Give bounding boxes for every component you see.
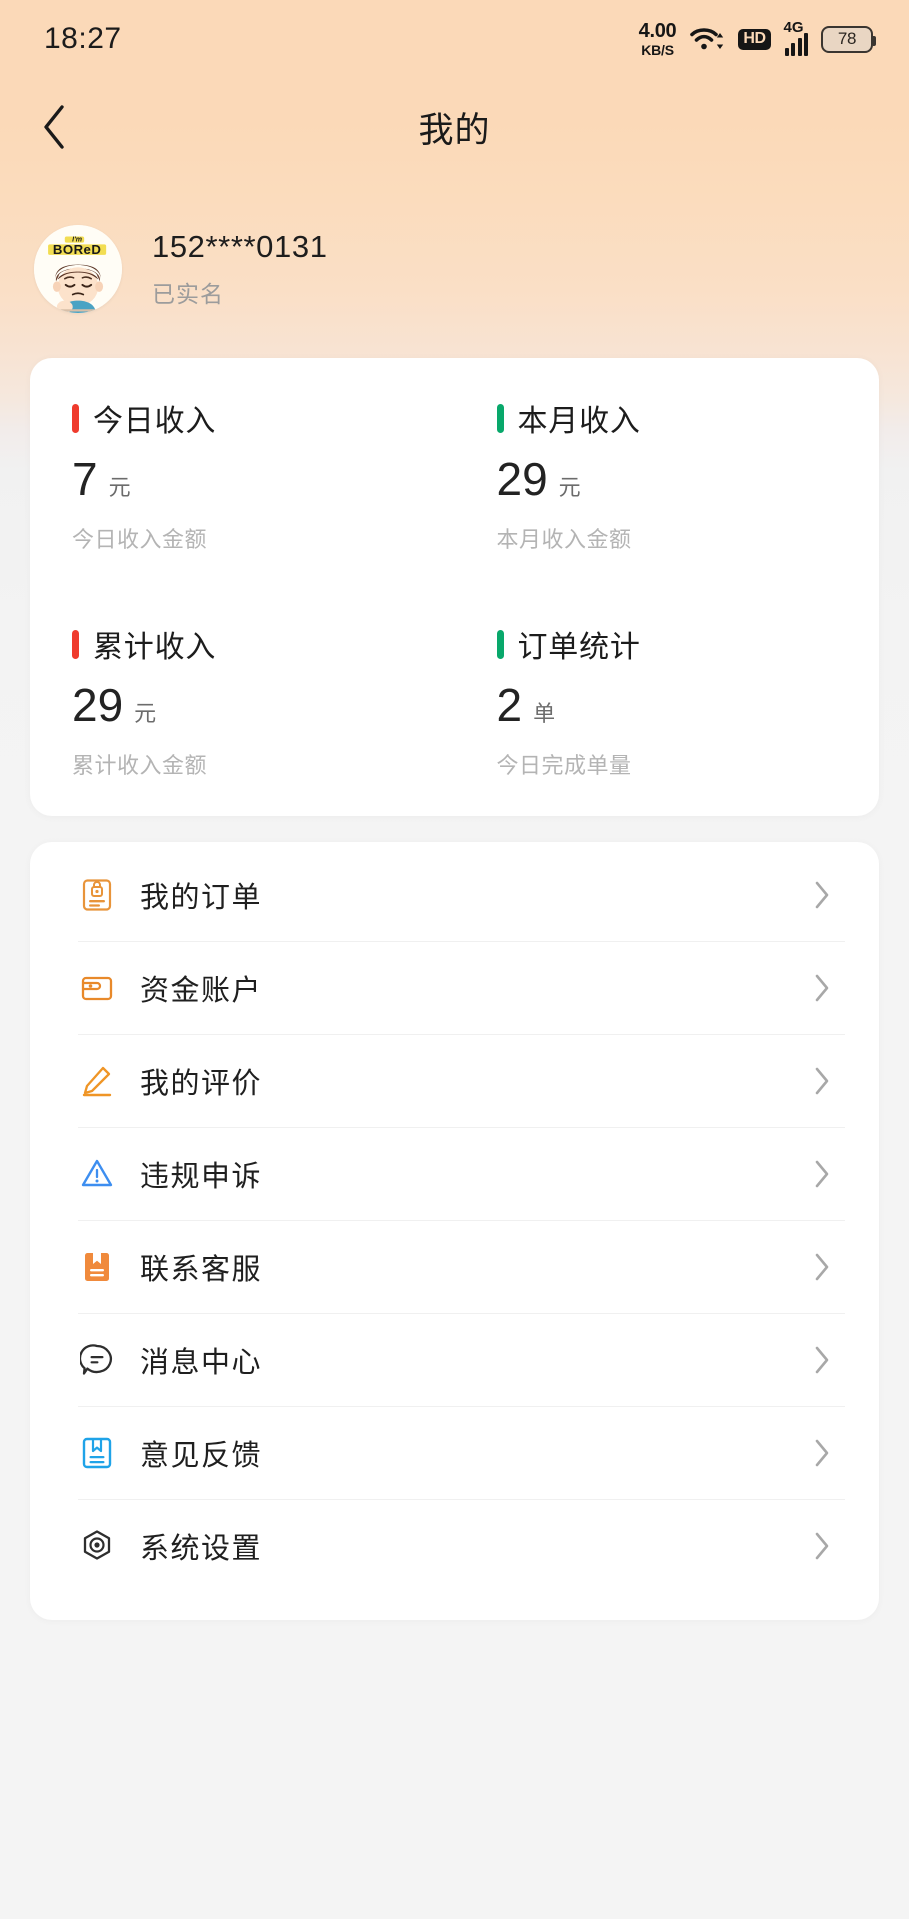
chevron-right-icon — [807, 1345, 837, 1375]
chevron-right-icon — [807, 1252, 837, 1282]
stat-title: 本月收入 — [517, 405, 641, 438]
status-bar: 18:27 4.00 KB/S HD 4G 78 — [0, 0, 909, 78]
stat-description: 累计收入金额 — [72, 753, 208, 778]
hd-badge: HD — [738, 28, 771, 50]
battery-level: 78 — [837, 29, 857, 48]
menu-item-label: 我的订单 — [140, 881, 263, 914]
stat-header: 本月收入 — [496, 396, 880, 440]
menu-item-label: 意见反馈 — [140, 1439, 263, 1472]
chevron-right-icon — [807, 1438, 837, 1468]
stat-total-income[interactable]: 累计收入 29 元 累计收入金额 — [30, 554, 455, 780]
stat-value-row: 29 元 — [497, 456, 880, 502]
status-icons: 4.00 KB/S HD 4G 78 — [639, 18, 876, 57]
stat-value: 2 — [496, 679, 523, 731]
back-button[interactable] — [26, 99, 82, 155]
menu-item-label: 消息中心 — [140, 1346, 263, 1379]
order-document-lock-icon — [78, 876, 116, 914]
stat-accent-bar — [496, 629, 504, 659]
stat-value: 29 — [496, 453, 548, 505]
income-stats-card: 今日收入 7 元 今日收入金额 本月收入 29 元 本月收入金额 累计收入 29… — [30, 358, 879, 816]
network-type-label: 4G — [783, 18, 804, 36]
stat-accent-bar — [72, 629, 79, 659]
nav-bar: 我的 — [0, 78, 909, 176]
chevron-right-icon — [807, 1531, 837, 1561]
status-time: 18:27 — [44, 22, 122, 55]
stat-today-income[interactable]: 今日收入 7 元 今日收入金额 — [30, 396, 455, 554]
page-title: 我的 — [418, 110, 491, 150]
stat-month-income[interactable]: 本月收入 29 元 本月收入金额 — [455, 396, 880, 554]
hexagon-settings-icon — [78, 1527, 116, 1565]
menu-item-label: 联系客服 — [140, 1253, 263, 1286]
menu-item-fund-account[interactable]: 资金账户 — [30, 941, 879, 1034]
menu-item-label: 系统设置 — [140, 1532, 263, 1565]
chevron-right-icon — [807, 880, 837, 910]
stat-title: 今日收入 — [93, 405, 217, 438]
menu-item-my-reviews[interactable]: 我的评价 — [30, 1034, 879, 1127]
stat-value-row: 29 元 — [72, 682, 455, 728]
avatar[interactable]: I'm BOReD — [34, 224, 122, 313]
stat-description: 本月收入金额 — [496, 527, 632, 552]
menu-item-my-orders[interactable]: 我的订单 — [30, 848, 879, 941]
app-screen: 18:27 4.00 KB/S HD 4G 78 我的 I'm BOReD 15… — [0, 0, 909, 1919]
stat-accent-bar — [496, 403, 504, 433]
stat-order-count[interactable]: 订单统计 2 单 今日完成单量 — [455, 554, 880, 780]
wallet-icon — [78, 969, 116, 1007]
menu-item-violation-appeal[interactable]: 违规申诉 — [30, 1127, 879, 1220]
menu-item-contact-service[interactable]: 联系客服 — [30, 1220, 879, 1313]
signal-bars — [784, 32, 808, 56]
stat-value: 29 — [72, 679, 124, 731]
svg-text:BOReD: BOReD — [53, 242, 101, 257]
stat-unit: 单 — [533, 701, 556, 726]
menu-item-label: 我的评价 — [140, 1067, 263, 1100]
stat-title: 累计收入 — [93, 631, 217, 664]
stat-description: 今日完成单量 — [496, 753, 632, 778]
stat-value-row: 7 元 — [72, 456, 455, 502]
stat-unit: 元 — [108, 475, 131, 500]
stat-accent-bar — [72, 403, 79, 433]
chevron-right-icon — [807, 1066, 837, 1096]
stat-header: 订单统计 — [496, 622, 880, 666]
warning-triangle-icon — [78, 1155, 116, 1193]
feedback-book-icon — [78, 1434, 116, 1472]
menu-item-message-center[interactable]: 消息中心 — [30, 1313, 879, 1406]
signal-bars-icon: 4G — [783, 18, 808, 56]
menu-item-feedback[interactable]: 意见反馈 — [30, 1406, 879, 1499]
stat-header: 今日收入 — [72, 396, 455, 440]
stat-unit: 元 — [134, 701, 157, 726]
menu-list-card: 我的订单 资金账户 我的评价 违规申诉 联系客服 消息中心 意见反馈 系统设置 — [30, 842, 879, 1620]
pencil-edit-icon — [78, 1062, 116, 1100]
chevron-right-icon — [807, 973, 837, 1003]
stat-value-row: 2 单 — [497, 682, 880, 728]
contact-service-book-icon — [78, 1248, 116, 1286]
menu-item-system-settings[interactable]: 系统设置 — [30, 1499, 879, 1592]
user-avatar-bored-cartoon: I'm BOReD — [34, 224, 122, 313]
stat-description: 今日收入金额 — [72, 527, 208, 552]
profile-info: 152****0131 已实名 — [152, 228, 328, 310]
wifi-icon — [689, 25, 725, 53]
menu-item-label: 资金账户 — [140, 974, 263, 1007]
stats-grid: 今日收入 7 元 今日收入金额 本月收入 29 元 本月收入金额 累计收入 29… — [30, 396, 879, 780]
stat-unit: 元 — [558, 475, 581, 500]
chevron-right-icon — [807, 1159, 837, 1189]
stat-title: 订单统计 — [517, 631, 641, 664]
network-speed-value: 4.00 — [638, 20, 677, 42]
menu-item-label: 违规申诉 — [140, 1160, 263, 1193]
stat-value: 7 — [72, 453, 98, 505]
network-speed-indicator: 4.00 KB/S — [639, 21, 677, 57]
network-speed-unit: KB/S — [641, 42, 674, 58]
profile-header[interactable]: I'm BOReD 152****0131 已实名 — [0, 176, 909, 316]
chevron-left-icon — [40, 104, 68, 150]
profile-verified-status: 已实名 — [152, 281, 224, 308]
profile-phone: 152****0131 — [152, 228, 328, 264]
message-bubble-icon — [78, 1341, 116, 1379]
stat-header: 累计收入 — [72, 622, 455, 666]
battery-indicator: 78 — [821, 25, 876, 53]
